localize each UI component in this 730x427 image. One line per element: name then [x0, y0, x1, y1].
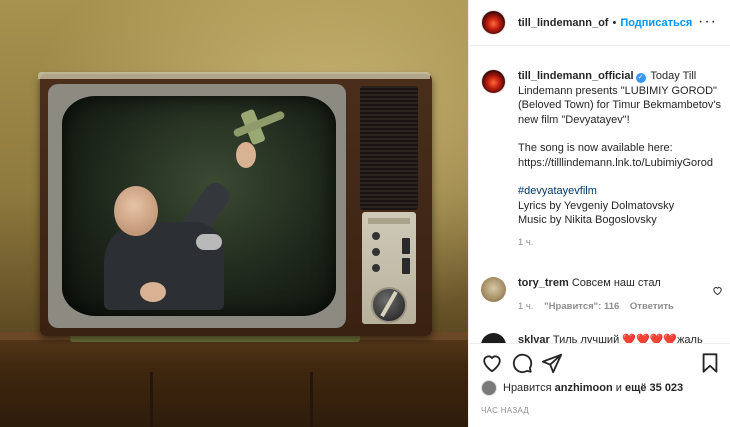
man-hand-lower: [140, 282, 166, 302]
likes-count[interactable]: ещё 35 023: [625, 382, 683, 394]
post-image[interactable]: [0, 0, 468, 427]
commenter-avatar[interactable]: [481, 333, 506, 343]
action-icons: [481, 352, 721, 374]
post-header: till_lindemann_of • Подписаться ···: [469, 0, 730, 46]
author-avatar[interactable]: [481, 10, 506, 35]
instagram-post: till_lindemann_of • Подписаться ··· till…: [0, 0, 730, 427]
comment-item: tory_trem Совсем наш стал 1 ч. "Нравится…: [481, 277, 723, 312]
comment-text: Тиль лучший ❤️❤️❤️❤️жаль: [552, 334, 703, 343]
more-options-icon[interactable]: ···: [698, 13, 717, 31]
comment-item: sklyar Тиль лучший ❤️❤️❤️❤️жаль: [481, 333, 723, 343]
heart-icon[interactable]: [481, 352, 503, 374]
liker-username[interactable]: anzhimoon: [555, 382, 613, 394]
tv-small-knob: [372, 232, 380, 240]
microphone: [196, 234, 222, 250]
comment-username[interactable]: tory_trem: [518, 277, 569, 289]
comment-heart-icon[interactable]: [712, 285, 723, 296]
post-time: ЧАС НАЗАД: [481, 406, 530, 415]
caption-line-3: Lyrics by Yevgeniy Dolmatovsky: [518, 199, 675, 212]
reply-button[interactable]: Ответить: [630, 301, 674, 312]
comments-section: till_lindemann_official ✓ Today Till Lind…: [469, 47, 730, 343]
caption-avatar[interactable]: [481, 69, 506, 94]
tv-small-knob: [372, 248, 380, 256]
cabinet-seam: [310, 372, 313, 427]
tv-small-knob: [372, 264, 380, 272]
comment-time: 1 ч.: [518, 301, 534, 312]
caption-line-4: Music by Nikita Bogoslovsky: [518, 214, 657, 226]
follow-button[interactable]: Подписаться: [620, 17, 692, 29]
header-separator: •: [612, 16, 617, 29]
man-hand-raised: [236, 142, 256, 168]
caption-text: till_lindemann_official ✓ Today Till Lind…: [518, 69, 723, 250]
bookmark-icon[interactable]: [699, 352, 721, 374]
comment-meta: 1 ч. "Нравится": 116 Ответить: [518, 301, 682, 312]
likes-middle: и: [615, 382, 622, 394]
comment-likes[interactable]: "Нравится": 116: [544, 301, 619, 312]
comment-username[interactable]: sklyar: [518, 334, 550, 343]
caption: till_lindemann_official ✓ Today Till Lind…: [481, 69, 723, 250]
man-head: [114, 186, 158, 236]
comment-body: sklyar Тиль лучший ❤️❤️❤️❤️жаль: [518, 333, 703, 343]
tv-speaker-grille: [360, 86, 418, 210]
comment-icon[interactable]: [511, 352, 533, 374]
tv-top-edge: [38, 72, 430, 79]
liker-avatar[interactable]: [481, 380, 497, 396]
verified-badge-icon: ✓: [635, 73, 646, 83]
likes-prefix: Нравится: [503, 382, 552, 394]
caption-username[interactable]: till_lindemann_official: [518, 70, 634, 82]
author-username[interactable]: till_lindemann_of: [518, 17, 608, 29]
tv-slider-slot: [402, 258, 410, 274]
wooden-shelf: [0, 332, 468, 427]
caption-line-2: The song is now available here: https://…: [518, 142, 714, 169]
share-icon[interactable]: [541, 352, 563, 374]
tv-slider-slot: [402, 238, 410, 254]
tv-label-strip: [368, 218, 410, 224]
comment-text: Совсем наш стал: [571, 277, 661, 289]
comment-body: tory_trem Совсем наш стал 1 ч. "Нравится…: [518, 277, 682, 312]
caption-hashtag[interactable]: #devyatayevfilm: [518, 184, 723, 199]
likes-summary: Нравится anzhimoon и ещё 35 023: [481, 380, 683, 396]
actions-bar: Нравится anzhimoon и ещё 35 023 ЧАС НАЗА…: [469, 343, 730, 427]
cabinet-seam: [150, 372, 153, 427]
caption-time: 1 ч.: [518, 236, 534, 248]
commenter-avatar[interactable]: [481, 277, 506, 302]
post-sidebar: till_lindemann_of • Подписаться ··· till…: [468, 0, 730, 427]
